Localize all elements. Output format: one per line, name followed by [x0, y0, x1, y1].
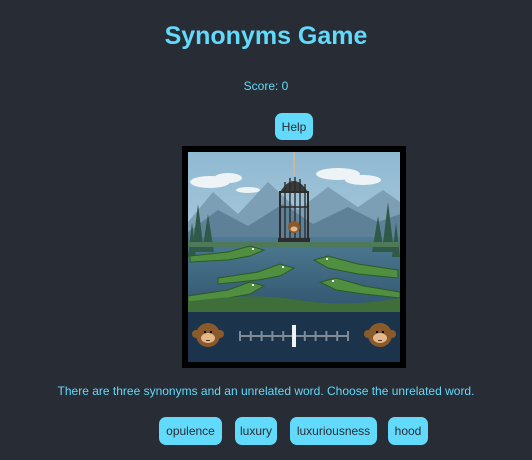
choice-button-opulence[interactable]: opulence	[159, 417, 222, 445]
progress-marker	[292, 325, 296, 347]
choice-button-luxuriousness[interactable]: luxuriousness	[290, 417, 377, 445]
answer-choices: opulence luxury luxuriousness hood	[0, 417, 532, 445]
game-scene	[182, 146, 406, 368]
scene-illustration	[188, 152, 400, 362]
choice-button-hood[interactable]: hood	[388, 417, 428, 445]
far-shore	[188, 242, 400, 247]
page-title: Synonyms Game	[164, 22, 368, 50]
choice-button-luxury[interactable]: luxury	[235, 417, 277, 445]
score-display: Score: 0	[243, 79, 289, 93]
instruction-text: There are three synonyms and an unrelate…	[57, 384, 475, 398]
help-button[interactable]: Help	[275, 113, 313, 140]
